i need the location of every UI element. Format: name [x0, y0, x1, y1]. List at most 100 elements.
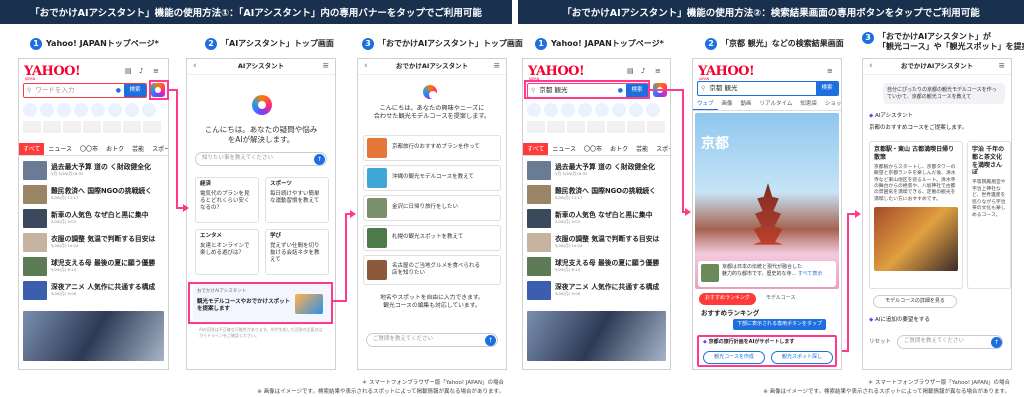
- tab-sports[interactable]: スポーツ: [652, 143, 670, 155]
- ai-assistant-icon: ◆: [703, 339, 707, 345]
- ai-request-label: ◆ AIに追加の要望をする: [869, 317, 930, 323]
- news-item[interactable]: 新車の人気色 なぜ白と黒に集中 5/28(月) 9:03: [527, 207, 666, 229]
- step-1-label: 1 Yahoo! JAPANトップページ*: [30, 38, 159, 50]
- prompt-suggestion[interactable]: 沖縄の観光モデルコースを教えて: [363, 165, 501, 191]
- send-icon[interactable]: ↑: [314, 154, 325, 165]
- search-bar[interactable]: ⚲ 京都 観光 検索: [697, 81, 839, 96]
- menu-icon[interactable]: ≡: [322, 61, 329, 71]
- connector-line: [176, 89, 178, 209]
- news-item[interactable]: 衣服の調整 気温で判断する目安は 5/28(月) 10:24: [23, 231, 164, 253]
- promo-image[interactable]: [527, 311, 666, 361]
- reset-button[interactable]: リセット: [869, 339, 891, 346]
- prompt-suggestion[interactable]: 京都旅行のおすすめプランを作って: [363, 135, 501, 161]
- search-button[interactable]: 検索: [626, 84, 648, 97]
- question-input[interactable]: 知りたい事を教えてください: [195, 152, 327, 166]
- suggestion-card[interactable]: スポーツ 毎日続けやすい簡単な運動習慣を教えて: [265, 177, 329, 223]
- pagoda-shape: [752, 183, 784, 245]
- question-input[interactable]: ご質問を教えてください: [897, 335, 1003, 349]
- tab-all[interactable]: すべて: [19, 143, 45, 155]
- suggestion-card[interactable]: 学び 覚えずい仕間を切り抜ける会話ネタを教えて: [265, 229, 329, 275]
- ranking-heading: おすすめランキング: [701, 309, 760, 317]
- question-input[interactable]: ご質問を教えてください: [366, 333, 498, 347]
- tab-realtime[interactable]: リアルタイム: [756, 99, 797, 110]
- send-icon[interactable]: ↑: [991, 337, 1002, 348]
- mic-icon[interactable]: ●: [116, 87, 121, 95]
- step-number: 2: [205, 38, 217, 50]
- tab-news[interactable]: ニュース: [548, 143, 580, 155]
- prompt-suggestion[interactable]: 名古屋のご当地グルメを食べられる店を知りたい: [363, 255, 501, 285]
- step-number: 1: [535, 38, 547, 50]
- footnote-left-2: ※ 画像はイメージです。検索結果や表示されるスポットによって掲載情報が異なる場合…: [257, 389, 504, 395]
- document-icon[interactable]: ▤: [627, 67, 634, 76]
- tab-ranking[interactable]: おすすめランキング: [699, 293, 756, 305]
- tab-images[interactable]: 画像: [718, 99, 737, 110]
- menu-icon[interactable]: ≡: [153, 67, 159, 76]
- tab-all[interactable]: すべて: [523, 143, 549, 155]
- news-item[interactable]: 過去最大予算 道の く財政健全化 5月 5/28(月) 8:32: [23, 159, 164, 181]
- tab-city[interactable]: 〇〇市: [580, 143, 606, 155]
- prompt-suggestion[interactable]: 金沢に日帰り旅行をしたい: [363, 195, 501, 221]
- ai-assistant-icon[interactable]: [151, 83, 165, 97]
- news-item[interactable]: 難民救済へ 国際NGOの挑戦続く 5/28(月) 11:17: [23, 183, 164, 205]
- create-course-button[interactable]: 観光コースを作成: [703, 351, 765, 364]
- tab-web[interactable]: ウェブ: [693, 99, 718, 110]
- odekake-greeting: こんにちは。あなたの興味やニーズに 合わせた観光モデルコースを提案します。: [373, 105, 491, 121]
- news-item[interactable]: 難民救済へ 国際NGOの挑戦続く 5/28(月) 11:17: [527, 183, 666, 205]
- back-arrow-icon[interactable]: ‹: [364, 61, 368, 73]
- tab-video[interactable]: 動画: [737, 99, 756, 110]
- find-spots-button[interactable]: 観光スポット探し: [771, 351, 833, 364]
- news-item[interactable]: 球児支える母 最後の夏に願う優勝 5/28(月) 8:14: [23, 255, 164, 277]
- suggestion-card[interactable]: エンタメ 友達とオンラインで楽しめる遊びは？: [195, 229, 259, 275]
- search-button[interactable]: 検索: [124, 84, 146, 97]
- tab-entertainment[interactable]: 芸能: [128, 143, 148, 155]
- send-icon[interactable]: ↑: [485, 335, 496, 346]
- search-icon: ⚲: [701, 84, 706, 92]
- tab-sports[interactable]: スポーツ: [148, 143, 168, 155]
- course-card[interactable]: 京都駅・東山 古都満喫日帰り散策 京都駅からスタートし、京都タワーの眺望と京都ラ…: [869, 141, 963, 289]
- mic-icon[interactable]: ●: [618, 87, 623, 95]
- document-icon[interactable]: ▤: [125, 67, 132, 76]
- back-arrow-icon[interactable]: ‹: [869, 61, 873, 73]
- search-bar[interactable]: ⚲ ワードを入力 ● 検索: [23, 83, 147, 98]
- bell-icon[interactable]: ♪: [641, 67, 645, 76]
- course-card[interactable]: 宇治 千年の都と茶文化を満喫さんぽ 平等院鳳凰堂や宇治上神社など、世界遺産を巡り…: [967, 141, 1011, 289]
- bell-icon[interactable]: ♪: [139, 67, 143, 76]
- ai-assistant-icon: ◆: [869, 317, 874, 323]
- tab-shopping[interactable]: ショッ: [821, 99, 841, 110]
- phone-yahoo-search: YAHOO! JAPAN ▤ ♪ ≡ ⚲ 京都 観光 ● 検索 すべて ニュース…: [522, 58, 671, 370]
- tab-deals[interactable]: おトク: [102, 143, 128, 155]
- hero-card[interactable]: 京都 京都は日本の伝統と現代が融合した 魅力的な都市です。歴史的な寺... すべ…: [695, 113, 839, 289]
- menu-icon[interactable]: ≡: [655, 67, 661, 76]
- news-item[interactable]: 新車の人気色 なぜ白と黒に集中 5/28(月) 9:03: [23, 207, 164, 229]
- odekake-banner[interactable]: おでかけAIアシスタント 観光モデルコースやおでかけスポット を提案します: [193, 285, 331, 323]
- hero-title: 京都: [701, 136, 729, 152]
- news-item[interactable]: 球児支える母 最後の夏に願う優勝 5/28(月) 8:14: [527, 255, 666, 277]
- tab-entertainment[interactable]: 芸能: [632, 143, 652, 155]
- back-arrow-icon[interactable]: ‹: [193, 61, 197, 73]
- step-6-label: 3 「おでかけAIアシスタント」が 「観光コース」や「観光スポット」を提案: [862, 32, 1024, 51]
- news-item[interactable]: 衣服の調整 気温で判断する目安は 5/28(月) 10:24: [527, 231, 666, 253]
- tab-deals[interactable]: おトク: [606, 143, 632, 155]
- tab-model-course[interactable]: モデルコース: [760, 293, 802, 305]
- suggestion-card[interactable]: 経済 電気代のプランを見るとどれくらい安くなるの？: [195, 177, 259, 223]
- news-item[interactable]: 深夜アニメ 人気作に共通する構成 5/28(月) 9:06: [527, 279, 666, 301]
- search-input[interactable]: 京都 観光: [705, 84, 816, 92]
- news-item[interactable]: 深夜アニメ 人気作に共通する構成 5/28(月) 9:06: [23, 279, 164, 301]
- search-button[interactable]: 検索: [816, 82, 838, 95]
- search-icon: ⚲: [27, 86, 32, 94]
- news-thumbnail: [527, 280, 551, 300]
- menu-icon[interactable]: ≡: [827, 67, 833, 76]
- search-input[interactable]: 京都 観光: [535, 86, 617, 94]
- prompt-suggestion[interactable]: 札幌の観光スポットを教えて: [363, 225, 501, 251]
- show-all-link[interactable]: すべて表示: [798, 271, 822, 277]
- tab-city[interactable]: 〇〇市: [76, 143, 102, 155]
- tab-news[interactable]: ニュース: [44, 143, 76, 155]
- promo-image[interactable]: [23, 311, 164, 361]
- news-item[interactable]: 過去最大予算 道の く財政健全化 5月 5/28(月) 8:32: [527, 159, 666, 181]
- course-detail-button[interactable]: モデルコースの詳細を見る: [873, 295, 957, 308]
- menu-icon[interactable]: ≡: [493, 61, 500, 71]
- menu-icon[interactable]: ≡: [998, 61, 1005, 71]
- tab-chiebukuro[interactable]: 知恵袋: [796, 99, 821, 110]
- search-bar[interactable]: ⚲ 京都 観光 ● 検索: [527, 83, 649, 98]
- search-input[interactable]: ワードを入力: [31, 86, 115, 94]
